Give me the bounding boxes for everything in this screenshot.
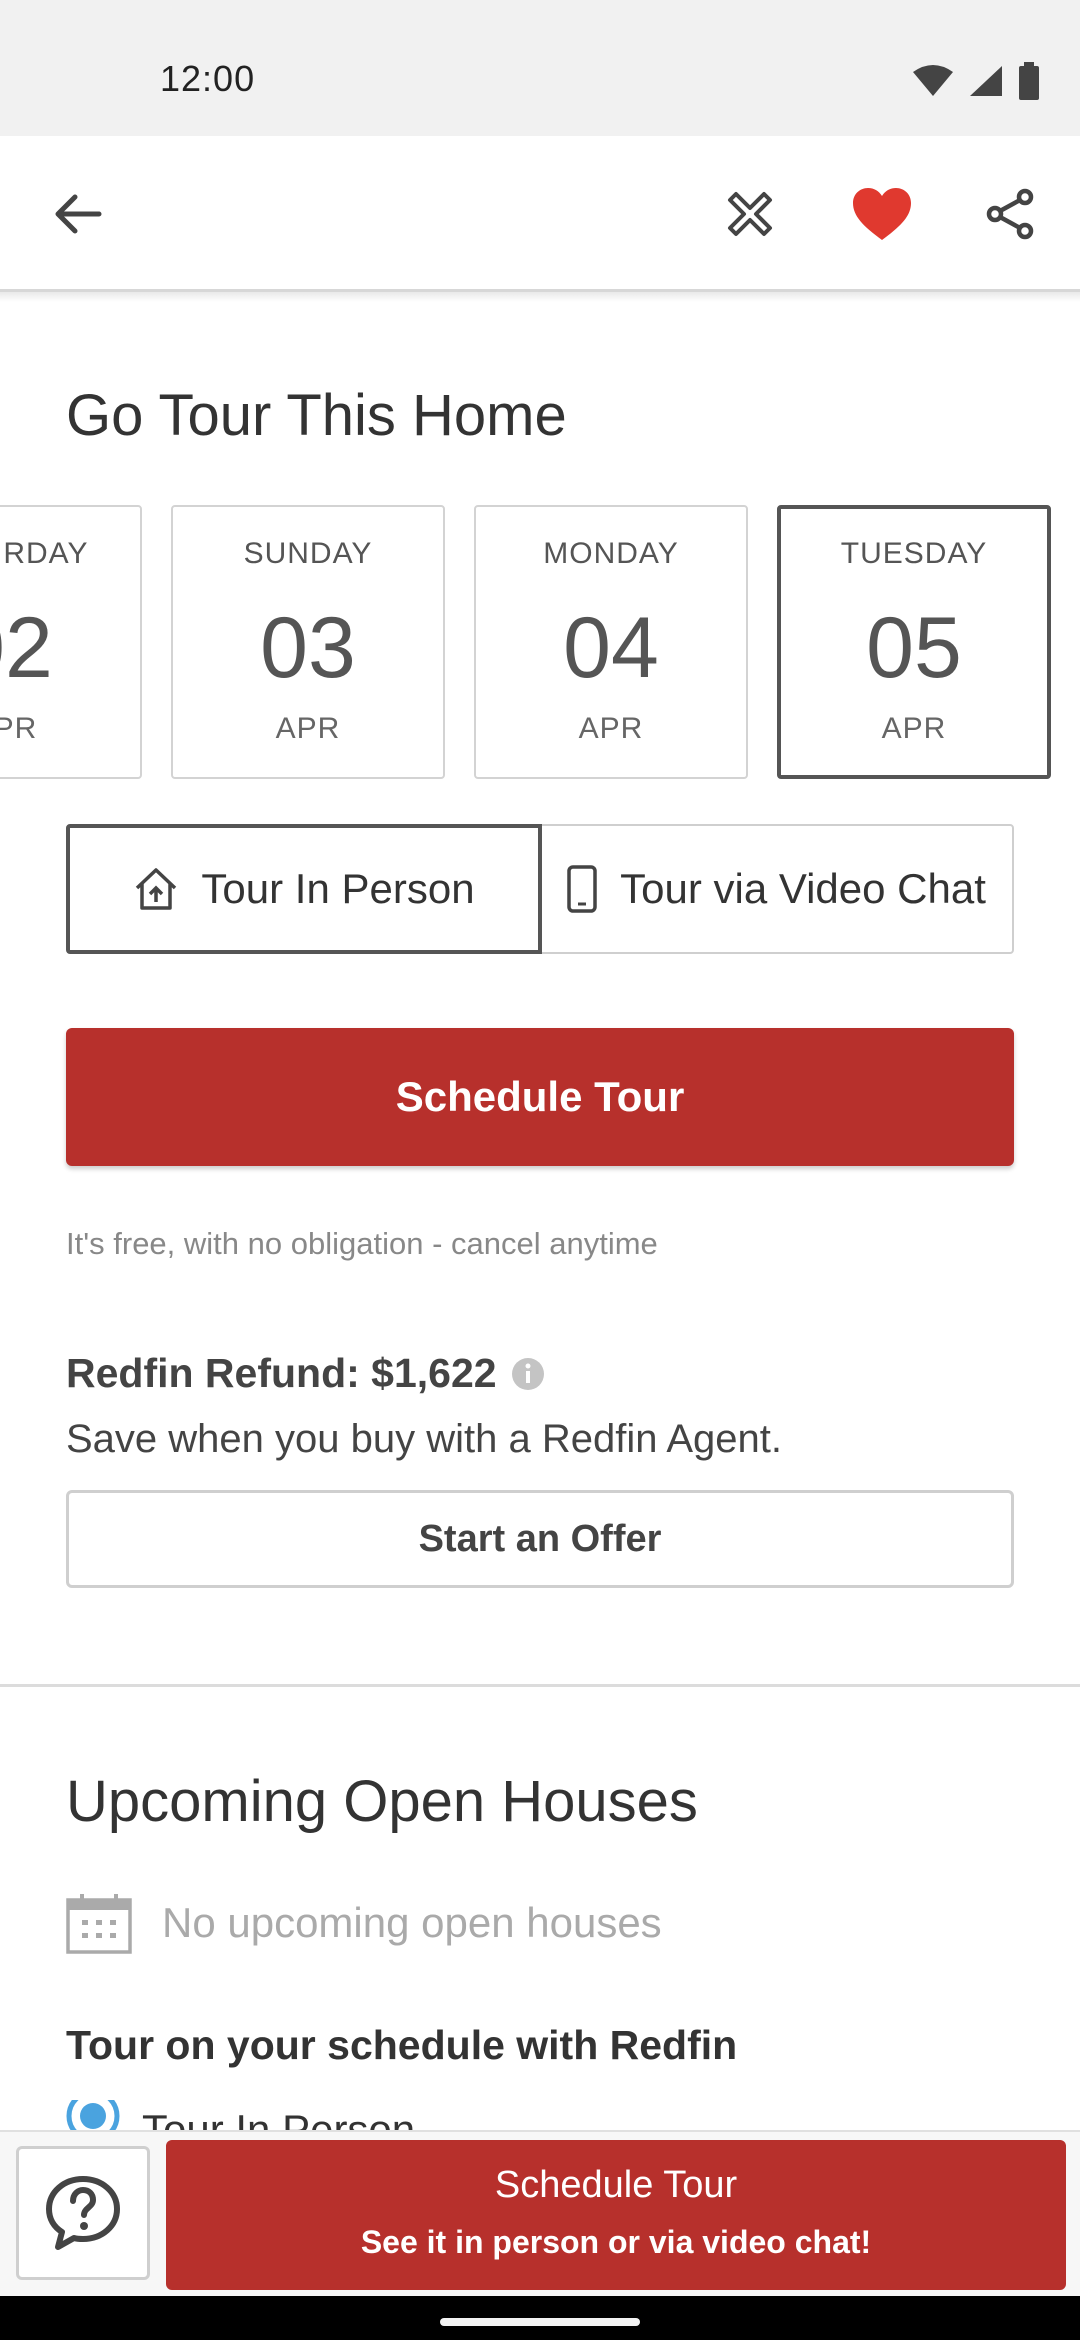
date-day: SATURDAY <box>0 537 89 570</box>
tour-video-label: Tour via Video Chat <box>620 865 986 912</box>
phone-icon <box>567 865 597 913</box>
refund-title-row: Redfin Refund: $1,622 <box>66 1350 545 1397</box>
top-toolbar <box>0 136 1080 292</box>
date-card-tuesday[interactable]: TUESDAY 05 APR <box>777 505 1051 779</box>
help-button[interactable] <box>16 2146 150 2280</box>
tour-in-person-option[interactable]: Tour In Person <box>66 824 542 954</box>
date-month: APR <box>0 712 38 745</box>
date-card-monday[interactable]: MONDAY 04 APR <box>474 505 748 779</box>
start-offer-button[interactable]: Start an Offer <box>66 1490 1014 1588</box>
tour-type-toggle: Tour In Person Tour via Video Chat <box>66 824 1014 954</box>
date-number: 05 <box>866 600 962 696</box>
free-note: It's free, with no obligation - cancel a… <box>66 1226 658 1261</box>
date-month: APR <box>578 712 644 745</box>
info-icon[interactable] <box>511 1357 545 1391</box>
signal-icon <box>970 66 1002 96</box>
status-bar: 12:00 <box>0 0 1080 136</box>
status-icons <box>912 62 1040 100</box>
date-number: 02 <box>0 600 53 696</box>
date-picker-strip[interactable]: SATURDAY 02 APR SUNDAY 03 APR MONDAY 04 … <box>0 505 1080 780</box>
bottom-action-bar: Schedule Tour See it in person or via vi… <box>0 2130 1080 2296</box>
share-icon <box>986 188 1034 240</box>
hide-home-button[interactable] <box>712 176 788 252</box>
bottom-cta-subtitle: See it in person or via video chat! <box>360 2224 872 2260</box>
bottom-schedule-tour-button[interactable]: Schedule Tour See it in person or via vi… <box>166 2140 1066 2290</box>
house-icon <box>136 868 177 910</box>
no-open-houses-row: No upcoming open houses <box>66 1892 662 1954</box>
system-nav-bar <box>0 2296 1080 2340</box>
back-button[interactable] <box>40 176 116 252</box>
battery-icon <box>1019 62 1039 100</box>
home-gesture-handle[interactable] <box>440 2318 640 2326</box>
no-open-houses-text: No upcoming open houses <box>162 1899 662 1946</box>
tour-section-title: Go Tour This Home <box>66 383 567 448</box>
help-chat-icon <box>46 2176 120 2250</box>
favorite-button[interactable] <box>844 176 920 252</box>
back-arrow-icon <box>55 194 102 234</box>
tour-in-person-radio-label: Tour In Person <box>142 2106 416 2132</box>
wifi-icon <box>913 65 953 96</box>
tour-in-person-label: Tour In Person <box>201 865 475 912</box>
share-button[interactable] <box>972 176 1048 252</box>
hide-x-icon <box>728 192 772 236</box>
schedule-tour-button[interactable]: Schedule Tour <box>66 1028 1014 1166</box>
toolbar-shadow <box>0 292 1080 302</box>
bottom-cta-title: Schedule Tour <box>494 2164 738 2206</box>
status-time: 12:00 <box>160 58 256 99</box>
refund-title: Redfin Refund: $1,622 <box>66 1350 497 1396</box>
date-month: APR <box>881 712 947 745</box>
radio-selected-icon[interactable] <box>66 2100 120 2132</box>
tour-video-option[interactable]: Tour via Video Chat <box>538 824 1014 954</box>
open-houses-title: Upcoming Open Houses <box>66 1769 698 1834</box>
date-card-saturday[interactable]: SATURDAY 02 APR <box>0 505 142 779</box>
date-card-sunday[interactable]: SUNDAY 03 APR <box>171 505 445 779</box>
date-number: 03 <box>260 600 356 696</box>
date-day: TUESDAY <box>840 537 988 570</box>
tour-in-person-radio-row[interactable]: Tour In Person <box>66 2100 415 2132</box>
calendar-icon <box>66 1894 132 1954</box>
date-day: MONDAY <box>543 537 679 570</box>
date-number: 04 <box>563 600 659 696</box>
heart-icon <box>853 188 911 240</box>
section-divider <box>0 1684 1080 1687</box>
date-month: APR <box>275 712 341 745</box>
refund-subtitle: Save when you buy with a Redfin Agent. <box>66 1417 783 1461</box>
schedule-section-title: Tour on your schedule with Redfin <box>66 2022 738 2068</box>
date-day: SUNDAY <box>243 537 373 570</box>
